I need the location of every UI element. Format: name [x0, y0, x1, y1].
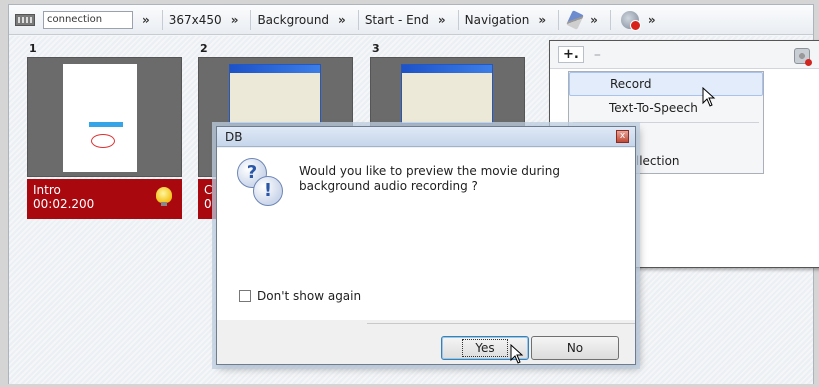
exclaim-bubble: ! [253, 176, 283, 206]
pen-icon[interactable] [566, 9, 584, 30]
start-end-dropdown[interactable]: Start - End [365, 13, 429, 27]
slide-number: 2 [200, 42, 208, 55]
chevron-down-icon[interactable]: » [648, 13, 656, 27]
background-dropdown[interactable]: Background [257, 13, 329, 27]
mouse-pointer-icon [510, 344, 524, 364]
lightbulb-icon[interactable] [156, 187, 172, 206]
size-dropdown[interactable]: 367x450 [169, 13, 222, 27]
checkbox-label: Don't show again [257, 289, 362, 303]
toolbar-separator [457, 9, 459, 30]
slide-thumbnail[interactable] [27, 57, 182, 177]
question-icon: ? ! [237, 158, 289, 206]
toolbar-separator [558, 9, 560, 30]
add-button[interactable]: +. [558, 46, 584, 63]
toolbar-separator [250, 9, 252, 30]
panel-toolbar: +. – [550, 41, 819, 69]
dialog-separator [367, 323, 635, 324]
confirm-dialog: DB x ? ! Would you like to preview the m… [216, 126, 636, 365]
dialog-title: DB [217, 127, 635, 147]
no-button[interactable]: No [531, 336, 619, 360]
toolbar-separator [161, 9, 163, 30]
film-strip-icon[interactable] [15, 13, 35, 26]
chevron-down-icon[interactable]: » [538, 13, 546, 27]
chevron-down-icon[interactable]: » [231, 13, 239, 27]
toolbar-separator [609, 9, 611, 30]
thumbnail-page [63, 64, 137, 172]
slide-label[interactable]: Intro 00:02.200 [27, 179, 182, 219]
yes-button-label: Yes [462, 339, 508, 357]
dialog-body: ? ! Would you like to preview the movie … [217, 148, 635, 320]
menu-item-record[interactable]: Record [569, 72, 763, 96]
thumbnail-bar [89, 122, 123, 127]
search-input[interactable] [43, 10, 133, 29]
mouse-pointer-icon [702, 87, 716, 107]
chevron-down-icon[interactable]: » [142, 13, 150, 27]
app-window: » 367x450 » Background » Start - End » N… [8, 4, 819, 384]
slide-number: 1 [29, 42, 37, 55]
remove-button[interactable]: – [594, 47, 601, 63]
toolbar: » 367x450 » Background » Start - End » N… [9, 5, 813, 35]
thumbnail-window [229, 64, 321, 124]
audio-record-icon[interactable] [620, 10, 641, 31]
thumbnail-ellipse [91, 134, 115, 148]
dialog-message: Would you like to preview the movie duri… [299, 164, 560, 193]
checkbox-box[interactable] [239, 290, 251, 302]
slide-card[interactable]: 1 Intro 00:02.200 [27, 42, 187, 219]
menu-item-text-to-speech[interactable]: Text-To-Speech [569, 96, 763, 120]
slide-title: Intro [33, 183, 61, 197]
chevron-down-icon[interactable]: » [590, 13, 598, 27]
thumbnail-window [401, 64, 493, 124]
chevron-down-icon[interactable]: » [338, 13, 346, 27]
chevron-down-icon[interactable]: » [438, 13, 446, 27]
toolbar-separator [357, 9, 359, 30]
settings-icon[interactable] [794, 48, 812, 66]
slide-time: 00:02.200 [33, 197, 95, 211]
navigation-dropdown[interactable]: Navigation [465, 13, 530, 27]
menu-divider [573, 122, 759, 123]
close-icon[interactable]: x [616, 130, 629, 143]
dont-show-again-checkbox[interactable]: Don't show again [239, 289, 361, 303]
slide-number: 3 [372, 42, 380, 55]
